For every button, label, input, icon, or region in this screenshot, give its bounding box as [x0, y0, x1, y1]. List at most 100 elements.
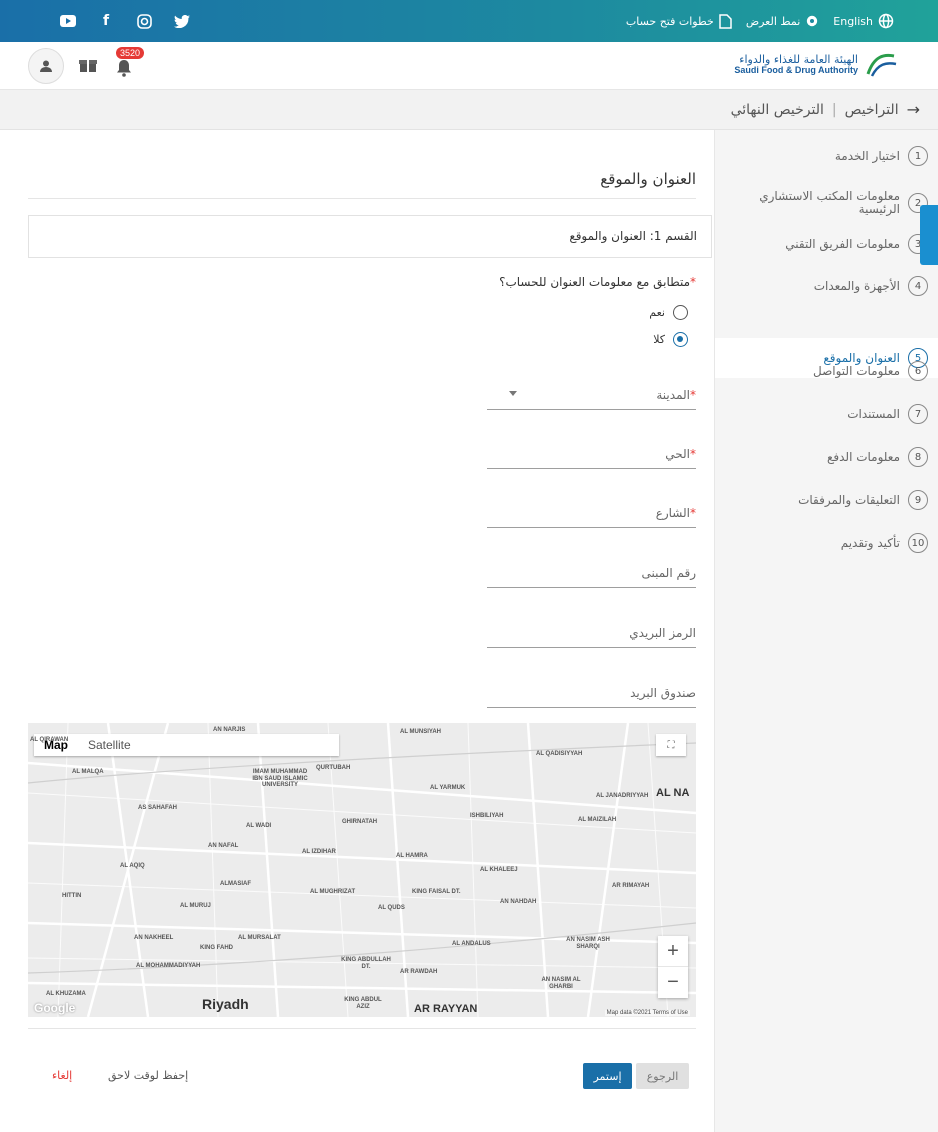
district-field[interactable]: *الحي	[487, 441, 696, 469]
cancel-link[interactable]: إلغاء	[52, 1069, 72, 1082]
map-label: AS SAHAFAH	[138, 805, 178, 811]
map-label: IMAM MUHAMMAD IBN SAUD ISLAMIC UNIVERSIT…	[252, 769, 308, 789]
notifications-button[interactable]: 3520	[112, 47, 145, 78]
back-arrow-icon[interactable]: →	[907, 100, 920, 119]
step-6-row[interactable]: 6 معلومات التواصل	[722, 357, 928, 385]
radio-circle-selected	[673, 332, 688, 347]
facebook-icon[interactable]: f	[96, 11, 116, 31]
step-label: معلومات التواصل	[812, 364, 900, 378]
map-label: AN NAKHEEL	[134, 935, 174, 941]
step-label: الأجهزة والمعدات	[813, 279, 900, 293]
map-label: HITTIN	[62, 893, 82, 899]
step-number: 4	[908, 276, 928, 296]
step-number: 8	[908, 447, 928, 467]
breadcrumb-bar: → التراخيص | الترخيص النهائي	[0, 90, 938, 130]
zoom-in-button[interactable]: +	[658, 936, 688, 967]
map-attribution[interactable]: Map data ©2021 Terms of Use	[604, 1010, 690, 1016]
step-label: المستندات	[847, 407, 900, 421]
logo-english: Saudi Food & Drug Authority	[734, 65, 858, 76]
step-number: 1	[908, 146, 928, 166]
map-label: AN NARJIS	[213, 727, 246, 733]
account-steps-label: خطوات فتح حساب	[625, 14, 714, 28]
map-label: AN NASIM AL GHARBI	[541, 977, 581, 990]
notifications-badge: 3520	[116, 47, 145, 59]
step-3[interactable]: 3 معلومات الفريق التقني	[722, 230, 928, 258]
building-number-field[interactable]: رقم المبنى	[487, 560, 696, 588]
language-switch[interactable]: English	[833, 13, 894, 29]
map-label: AL JANADRIYYAH	[596, 793, 649, 799]
po-box-field[interactable]: صندوق البريد	[487, 680, 696, 708]
map-label: AN NAHDAH	[500, 899, 537, 905]
breadcrumb-parent[interactable]: التراخيص	[845, 102, 899, 118]
step-label: معلومات الفريق التقني	[785, 237, 900, 251]
google-logo: Google	[34, 1001, 76, 1015]
gift-icon[interactable]	[78, 57, 98, 76]
sfda-logo[interactable]: الهيئة العامة للغذاء والدواء Saudi Food …	[734, 52, 898, 78]
account-steps-link[interactable]: خطوات فتح حساب	[625, 13, 732, 29]
user-icon	[40, 60, 52, 72]
floating-side-tab[interactable]	[920, 205, 938, 265]
bell-icon	[117, 60, 131, 77]
map-type-control[interactable]: Map Satellite	[34, 734, 339, 756]
step-label: التعليقات والمرفقات	[798, 493, 900, 507]
instagram-icon[interactable]	[134, 11, 154, 31]
step-7[interactable]: 7 المستندات	[722, 400, 928, 428]
step-label: معلومات الدفع	[827, 450, 900, 464]
zoom-control: + −	[658, 936, 688, 998]
map-label: AL AQIQ	[120, 863, 145, 869]
zoom-out-button[interactable]: −	[658, 967, 688, 998]
map-type-satellite[interactable]: Satellite	[78, 738, 141, 752]
section-header: القسم 1: العنوان والموقع	[28, 215, 712, 258]
location-map[interactable]: Map Satellite ⛶ AN NARJIS AL QIRAWAN AL …	[28, 723, 696, 1017]
avatar[interactable]	[28, 48, 64, 84]
continue-button[interactable]: إستمر	[583, 1063, 632, 1089]
map-label: AL IZDIHAR	[302, 849, 336, 855]
map-roads	[28, 723, 696, 1017]
city-select[interactable]: *المدينة	[487, 382, 696, 410]
map-label: AL ANDALUS	[452, 941, 491, 947]
required-marker: *	[690, 275, 696, 289]
step-2[interactable]: 2 معلومات المكتب الاستشاري الرئيسية	[722, 186, 928, 220]
display-mode-toggle[interactable]: نمط العرض	[746, 14, 819, 28]
divider	[28, 1028, 696, 1029]
step-label: معلومات المكتب الاستشاري الرئيسية	[759, 188, 900, 216]
map-label: AL YARMUK	[430, 785, 466, 791]
map-label: AL MUGHRIZAT	[310, 889, 356, 895]
map-label: AL QADISIYYAH	[536, 751, 583, 757]
map-label: AR RAWDAH	[400, 969, 438, 975]
step-8[interactable]: 8 معلومات الدفع	[722, 443, 928, 471]
map-label: AL MOHAMMADIYYAH	[136, 963, 201, 969]
logo-mark-icon	[866, 53, 897, 77]
postal-code-field[interactable]: الرمز البريدي	[487, 620, 696, 648]
step-number: 7	[908, 404, 928, 424]
map-label: AL QUDS	[378, 905, 405, 911]
step-1[interactable]: 1 اختيار الخدمة	[722, 142, 928, 170]
page-title: العنوان والموقع	[600, 170, 696, 188]
map-label: QURTUBAH	[316, 765, 351, 771]
breadcrumb-separator: |	[831, 101, 837, 118]
building-label: رقم المبنى	[641, 566, 696, 580]
back-button[interactable]: الرجوع	[636, 1063, 689, 1089]
map-label: AL KHALEEJ	[480, 867, 518, 873]
globe-icon	[878, 13, 894, 29]
fullscreen-button[interactable]: ⛶	[656, 734, 686, 756]
map-label: AR RIMAYAH	[612, 883, 650, 889]
street-label: الشارع	[655, 506, 690, 520]
header: الهيئة العامة للغذاء والدواء Saudi Food …	[0, 42, 938, 90]
postal-label: الرمز البريدي	[629, 626, 696, 640]
step-9[interactable]: 9 التعليقات والمرفقات	[722, 486, 928, 514]
youtube-icon[interactable]	[58, 11, 78, 31]
radio-yes[interactable]: نعم	[649, 305, 688, 320]
language-label: English	[833, 14, 873, 28]
step-10[interactable]: 10 تأكيد وتقديم	[722, 529, 928, 557]
street-field[interactable]: *الشارع	[487, 500, 696, 528]
social-links: f	[58, 11, 192, 31]
gear-icon	[807, 15, 818, 27]
save-later-link[interactable]: إحفظ لوقت لاحق	[108, 1069, 188, 1082]
radio-no[interactable]: كلا	[653, 332, 688, 347]
step-4[interactable]: 4 الأجهزة والمعدات	[722, 272, 928, 300]
twitter-icon[interactable]	[172, 11, 192, 31]
pdf-icon	[719, 13, 732, 29]
map-label: KING ABDULLAH DT.	[341, 957, 391, 970]
step-label: اختيار الخدمة	[834, 149, 900, 163]
